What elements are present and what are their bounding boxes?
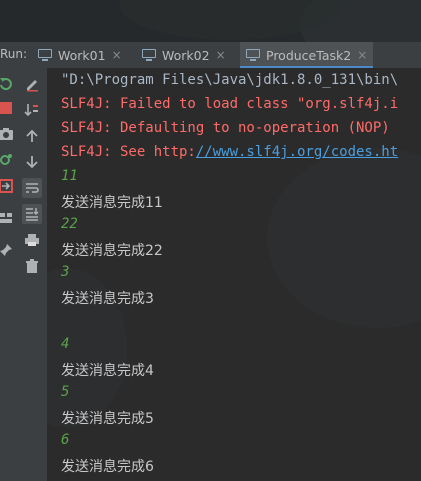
camera-icon[interactable]: [0, 124, 16, 144]
soft-wrap-icon[interactable]: [22, 178, 42, 198]
sort-icon[interactable]: [22, 100, 42, 120]
window-background: [0, 0, 421, 42]
log-line-error: SLF4J: Defaulting to no-operation (NOP): [61, 120, 390, 136]
pin-icon[interactable]: [0, 240, 16, 260]
up-arrow-icon[interactable]: [22, 126, 42, 146]
console-output[interactable]: "D:\Program Files\Java\jdk1.8.0_131\bin\…: [47, 68, 421, 481]
exit-icon[interactable]: [0, 176, 16, 196]
tab-producetask2[interactable]: ProduceTask2 ×: [240, 42, 374, 69]
output-number: 6: [61, 432, 70, 448]
tab-work01[interactable]: Work01 ×: [38, 42, 122, 68]
tab-label: ProduceTask2: [266, 47, 352, 63]
close-icon[interactable]: ×: [357, 48, 367, 62]
console-icon: [246, 49, 260, 61]
log-line-error: SLF4J: Failed to load class "org.slf4j.i: [61, 96, 399, 112]
close-icon[interactable]: ×: [112, 48, 122, 62]
print-icon[interactable]: [22, 230, 42, 250]
settings-icon[interactable]: [0, 150, 16, 170]
output-message: 发送消息完成4: [61, 363, 154, 379]
output-message: 发送消息完成11: [61, 195, 163, 211]
log-line-error: SLF4J: See http://www.slf4j.org/codes.ht: [61, 144, 398, 160]
scroll-to-end-icon[interactable]: [22, 204, 42, 224]
background-decoration: [267, 148, 421, 328]
run-toolbar: [0, 68, 48, 481]
output-message: 发送消息完成6: [61, 459, 154, 475]
output-number: 3: [61, 264, 70, 280]
output-message: 发送消息完成3: [61, 291, 154, 307]
trash-icon[interactable]: [22, 256, 42, 276]
tab-work02[interactable]: Work02 ×: [142, 42, 226, 68]
edit-config-icon[interactable]: [22, 74, 42, 94]
output-number: 11: [61, 168, 78, 184]
stop-icon[interactable]: [0, 98, 16, 118]
layout-icon[interactable]: [0, 208, 16, 228]
output-message: 发送消息完成22: [61, 243, 163, 259]
run-tab-bar: Run: Work01 × Work02 × ProduceTask2 ×: [0, 42, 421, 69]
command-line: "D:\Program Files\Java\jdk1.8.0_131\bin\: [61, 72, 399, 88]
output-number: 4: [61, 336, 70, 352]
tab-label: Work01: [58, 47, 106, 63]
tab-label: Work02: [162, 47, 210, 63]
rerun-icon[interactable]: [0, 74, 16, 94]
slf4j-codes-link[interactable]: //www.slf4j.org/codes.ht: [196, 144, 398, 160]
close-icon[interactable]: ×: [216, 48, 226, 62]
output-message: 发送消息完成5: [61, 411, 154, 427]
console-icon: [142, 49, 156, 61]
output-number: 22: [61, 216, 78, 232]
down-arrow-icon[interactable]: [22, 152, 42, 172]
output-number: 5: [61, 384, 70, 400]
log-text: SLF4J: See http:: [61, 144, 196, 160]
run-label: Run:: [0, 47, 28, 61]
console-icon: [38, 49, 52, 61]
